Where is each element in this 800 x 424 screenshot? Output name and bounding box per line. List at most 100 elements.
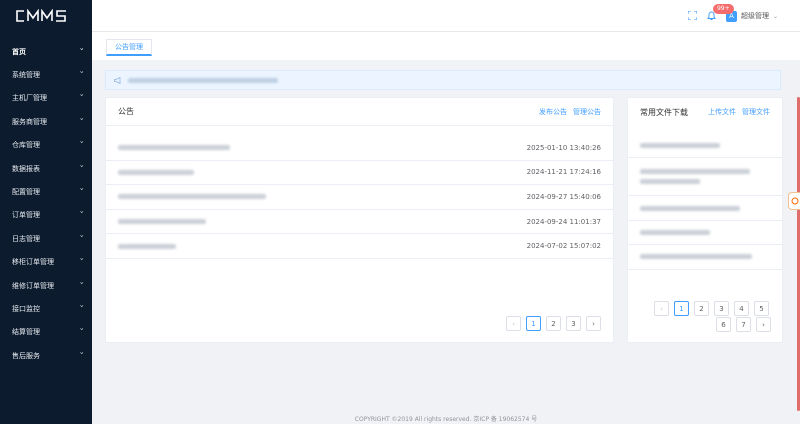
sidebar-item[interactable]: 仓库管理 ˅ — [0, 134, 92, 157]
sidebar-item[interactable]: 配置管理 ˅ — [0, 180, 92, 203]
footer: COPYRIGHT ©2019 All rights reserved. 京IC… — [354, 416, 538, 423]
fullscreen-icon[interactable] — [687, 10, 698, 22]
chevron-down-icon: ˅ — [78, 71, 84, 80]
files-pagination-row1: ‹ 12345 — [654, 301, 769, 316]
page-number-button[interactable]: 3 — [714, 301, 729, 316]
files-next-page-button[interactable]: › — [756, 317, 771, 332]
page-number-button[interactable]: 2 — [546, 316, 561, 331]
chevron-down-icon: ˅ — [78, 281, 84, 290]
announcements-card: 公告 发布公告 管理公告 2025-01-10 13:40:26 2024-11-… — [105, 97, 614, 343]
sidebar-item[interactable]: 结算管理 ˅ — [0, 321, 92, 344]
sidebar: 首页 ˅ 系统管理 ˅ 主机厂管理 ˅ 服务商管理 ˅ 仓库管理 ˅ 数据报表 ˅ 配置管理 ˅ 订单管理 ˅… — [0, 0, 92, 424]
announcement-title-redacted — [118, 145, 230, 151]
sidebar-item-label: 日志管理 — [12, 234, 40, 243]
sidebar-item-label: 系统管理 — [12, 71, 40, 80]
chevron-down-icon: ˅ — [78, 304, 84, 313]
sidebar-item[interactable]: 首页 ˅ — [0, 40, 92, 63]
notice-bar[interactable] — [105, 70, 781, 90]
next-page-button[interactable]: › — [586, 316, 601, 331]
cams-logo-icon — [16, 9, 66, 22]
page-number-button[interactable]: 3 — [566, 316, 581, 331]
file-item[interactable] — [628, 245, 782, 270]
upload-file-link[interactable]: 上传文件 — [708, 107, 736, 117]
page-number-button[interactable]: 2 — [694, 301, 709, 316]
chevron-down-icon: ˅ — [78, 117, 84, 126]
chevron-down-icon: ˅ — [78, 94, 84, 103]
page-number-button[interactable]: 7 — [736, 317, 751, 332]
announcements-title: 公告 — [118, 107, 134, 116]
megaphone-icon — [114, 76, 121, 84]
sidebar-item[interactable]: 移柜订单管理 ˅ — [0, 251, 92, 274]
announcement-row[interactable]: 2024-09-27 15:40:06 — [106, 185, 613, 210]
sidebar-item-label: 服务商管理 — [12, 117, 47, 126]
chevron-down-icon: ˅ — [78, 328, 84, 337]
sidebar-item-label: 移柜订单管理 — [12, 258, 54, 267]
prev-page-button[interactable]: ‹ — [506, 316, 521, 331]
manage-announcements-link[interactable]: 管理公告 — [573, 107, 601, 117]
notification-badge: 99+ — [712, 4, 734, 14]
sidebar-item-label: 首页 — [12, 47, 26, 56]
top-bar: 99+ A 超级管理 ⌄ — [92, 0, 800, 32]
file-item[interactable] — [628, 134, 782, 159]
sidebar-item-label: 售后服务 — [12, 351, 40, 360]
chevron-down-icon: ˅ — [78, 211, 84, 220]
sidebar-item[interactable]: 系统管理 ˅ — [0, 63, 92, 86]
sidebar-item[interactable]: 售后服务 ˅ — [0, 344, 92, 367]
sidebar-item[interactable]: 服务商管理 ˅ — [0, 110, 92, 133]
sidebar-item[interactable]: 接口监控 ˅ — [0, 297, 92, 320]
notice-text-redacted — [128, 77, 278, 83]
chevron-down-icon: ˅ — [78, 258, 84, 267]
announcement-row[interactable]: 2024-09-24 11:01:37 — [106, 210, 613, 235]
page-number-button[interactable]: 1 — [674, 301, 689, 316]
files-title: 常用文件下载 — [640, 107, 688, 117]
announcement-title-redacted — [118, 194, 266, 200]
sidebar-item-label: 主机厂管理 — [12, 94, 47, 103]
announcement-date: 2024-11-21 17:24:16 — [526, 168, 601, 177]
sidebar-item[interactable]: 维修订单管理 ˅ — [0, 274, 92, 297]
chevron-down-icon: ˅ — [78, 188, 84, 197]
chevron-down-icon: ⌄ — [772, 12, 778, 20]
sidebar-item-label: 配置管理 — [12, 188, 40, 197]
sidebar-item[interactable]: 数据报表 ˅ — [0, 157, 92, 180]
announcement-title-redacted — [118, 243, 176, 249]
announcement-date: 2024-07-02 15:07:02 — [526, 242, 601, 251]
file-item[interactable] — [628, 196, 782, 221]
file-item[interactable] — [628, 158, 782, 197]
sidebar-item-label: 仓库管理 — [12, 141, 40, 150]
page-number-button[interactable]: 1 — [526, 316, 541, 331]
page-number-button[interactable]: 6 — [716, 317, 731, 332]
assistant-float-button[interactable] — [788, 192, 800, 210]
assistant-icon — [791, 197, 798, 205]
sidebar-item-label: 结算管理 — [12, 328, 40, 337]
sidebar-item[interactable]: 主机厂管理 ˅ — [0, 87, 92, 110]
publish-announcement-link[interactable]: 发布公告 — [539, 107, 567, 117]
sidebar-item[interactable]: 订单管理 ˅ — [0, 204, 92, 227]
main-content: 公告 发布公告 管理公告 2025-01-10 13:40:26 2024-11-… — [92, 60, 800, 415]
chevron-down-icon: ˅ — [78, 141, 84, 150]
announcement-date: 2024-09-27 15:40:06 — [526, 192, 601, 201]
files-pagination-row2: 67 › — [716, 317, 771, 332]
announcement-row[interactable]: 2024-11-21 17:24:16 — [106, 161, 613, 186]
tab-announcement-management[interactable]: 公告管理 — [106, 39, 152, 56]
user-name: 超级管理 — [740, 12, 769, 20]
file-item[interactable] — [628, 221, 782, 246]
chevron-down-icon: ˅ — [78, 47, 84, 56]
announcement-row[interactable]: 2025-01-10 13:40:26 — [106, 136, 613, 161]
announcements-pagination: ‹ 123 › — [506, 316, 601, 331]
announcement-row[interactable]: 2024-07-02 15:07:02 — [106, 234, 613, 259]
sidebar-item-label: 接口监控 — [12, 304, 40, 313]
notification-bell[interactable]: 99+ — [707, 4, 734, 21]
sidebar-item-label: 维修订单管理 — [12, 281, 54, 290]
files-prev-page-button[interactable]: ‹ — [654, 301, 669, 316]
sidebar-item-label: 订单管理 — [12, 211, 40, 220]
page-number-button[interactable]: 4 — [734, 301, 749, 316]
chevron-down-icon: ˅ — [78, 164, 84, 173]
manage-files-link[interactable]: 管理文件 — [742, 107, 770, 117]
user-menu[interactable]: A 超级管理 ⌄ — [725, 10, 778, 22]
announcement-title-redacted — [118, 219, 206, 225]
page-number-button[interactable]: 5 — [754, 301, 769, 316]
sidebar-item[interactable]: 日志管理 ˅ — [0, 227, 92, 250]
announcement-date: 2024-09-24 11:01:37 — [526, 217, 601, 226]
app-logo[interactable] — [0, 0, 92, 32]
chevron-down-icon: ˅ — [78, 234, 84, 243]
